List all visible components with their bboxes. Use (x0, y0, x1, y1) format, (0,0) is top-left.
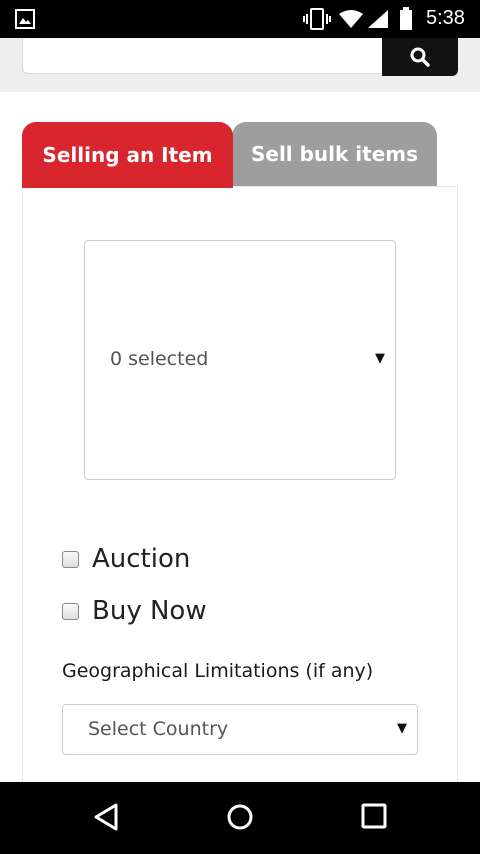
geo-limitations-label: Geographical Limitations (if any) (62, 660, 374, 682)
signal-icon (368, 10, 388, 28)
auction-option: Auction (62, 544, 190, 574)
gallery-icon (15, 9, 35, 29)
home-icon[interactable] (225, 802, 255, 832)
tab-label: Selling an Item (42, 143, 213, 167)
auction-label: Auction (92, 544, 191, 574)
back-icon[interactable] (92, 802, 122, 832)
search-input[interactable] (22, 38, 384, 74)
tab-sell-bulk-items[interactable]: Sell bulk items (232, 122, 437, 186)
caret-down-icon: ▼ (397, 721, 407, 736)
buy-now-option: Buy Now (62, 596, 207, 626)
buy-now-checkbox[interactable] (62, 602, 79, 620)
search-button[interactable] (382, 38, 458, 76)
auction-checkbox[interactable] (62, 550, 79, 568)
category-multiselect[interactable]: 0 selected ▼ (84, 240, 396, 480)
status-bar: 5:38 (0, 0, 480, 38)
clock: 5:38 (426, 7, 465, 29)
battery-icon (400, 7, 412, 30)
vibrate-icon (303, 8, 331, 30)
wifi-icon (339, 10, 363, 28)
country-select-value: Select Country (88, 718, 229, 740)
nav-bar (0, 782, 480, 854)
caret-down-icon: ▼ (375, 351, 385, 366)
recents-icon[interactable] (360, 802, 388, 830)
tab-selling-an-item[interactable]: Selling an Item (22, 122, 233, 188)
multiselect-value: 0 selected (110, 348, 209, 370)
country-select[interactable]: Select Country ▼ (62, 704, 418, 755)
tab-label: Sell bulk items (250, 142, 419, 166)
buy-now-label: Buy Now (92, 596, 207, 626)
search-icon (410, 47, 430, 67)
